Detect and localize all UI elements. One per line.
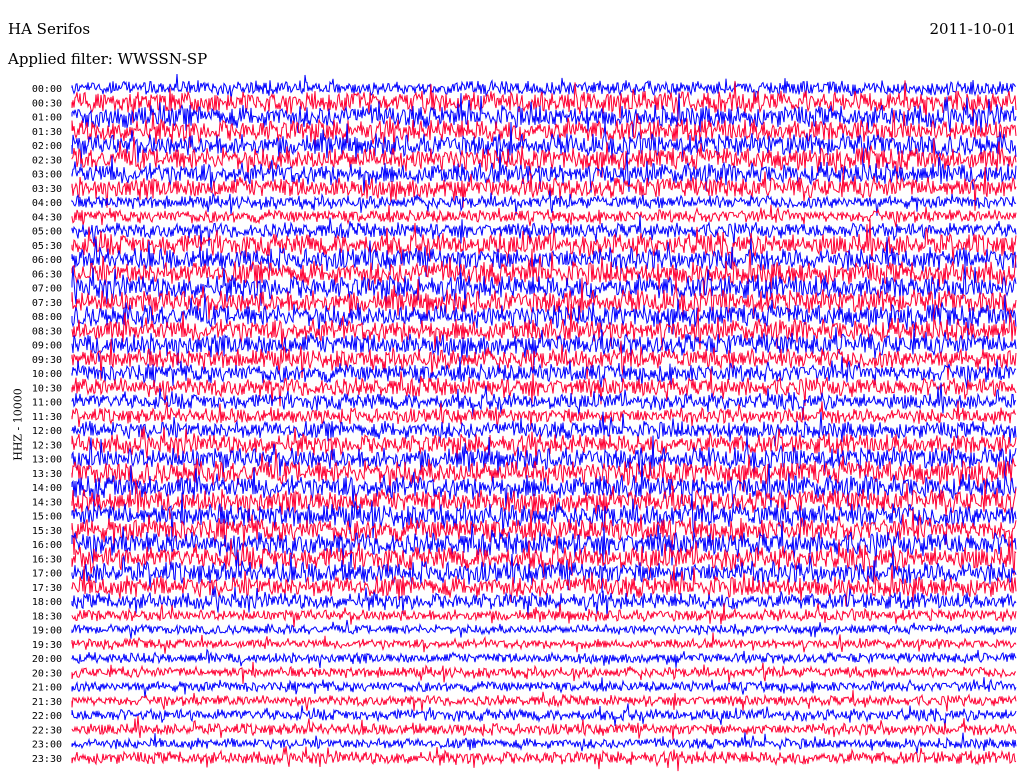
tick-label: 20:30 bbox=[32, 668, 62, 679]
trace-line-0730 bbox=[71, 277, 1017, 326]
tick-label: 14:30 bbox=[32, 497, 62, 508]
tick-label: 18:00 bbox=[32, 597, 62, 608]
tick-label: 10:00 bbox=[32, 369, 62, 380]
tick-label: 06:30 bbox=[32, 269, 62, 280]
tick-label: 12:00 bbox=[32, 426, 62, 437]
trace-line-2030 bbox=[71, 661, 1017, 684]
tick-label: 16:30 bbox=[32, 554, 62, 565]
tick-label: 08:30 bbox=[32, 326, 62, 337]
tick-label: 01:30 bbox=[32, 127, 62, 138]
trace-line-1130 bbox=[71, 400, 1017, 430]
tick-label: 12:30 bbox=[32, 440, 62, 451]
tick-label: 23:30 bbox=[32, 754, 62, 765]
tick-label: 18:30 bbox=[32, 611, 62, 622]
tick-label: 01:00 bbox=[32, 113, 62, 124]
tick-label: 17:00 bbox=[32, 569, 62, 580]
trace-line-2200 bbox=[71, 703, 1017, 729]
tick-label: 08:00 bbox=[32, 312, 62, 323]
tick-label: 11:30 bbox=[32, 412, 62, 423]
tick-label: 15:00 bbox=[32, 512, 62, 523]
tick-label: 05:00 bbox=[32, 227, 62, 238]
tick-label: 03:30 bbox=[32, 184, 62, 195]
tick-label: 04:30 bbox=[32, 212, 62, 223]
traces-group bbox=[71, 73, 1017, 772]
trace-line-2300 bbox=[71, 732, 1017, 754]
tick-label: 09:00 bbox=[32, 341, 62, 352]
trace-line-2130 bbox=[71, 690, 1017, 712]
tick-label: 07:00 bbox=[32, 284, 62, 295]
tick-label: 22:30 bbox=[32, 725, 62, 736]
trace-line-0400 bbox=[71, 190, 1017, 216]
tick-label: 14:00 bbox=[32, 483, 62, 494]
tick-label: 11:00 bbox=[32, 398, 62, 409]
trace-line-1830 bbox=[71, 603, 1017, 628]
tick-label: 04:00 bbox=[32, 198, 62, 209]
tick-label: 23:00 bbox=[32, 740, 62, 751]
tick-labels-group: 00:00 00:30 01:00 01:30 02:00 02:30 03:00 03:30… bbox=[32, 84, 62, 765]
tick-label: 22:00 bbox=[32, 711, 62, 722]
tick-label: 02:00 bbox=[32, 141, 62, 152]
trace-line-2230 bbox=[71, 715, 1017, 740]
trace-line-2330 bbox=[71, 746, 1017, 772]
tick-label: 13:00 bbox=[32, 455, 62, 466]
tick-label: 09:30 bbox=[32, 355, 62, 366]
tick-label: 13:30 bbox=[32, 469, 62, 480]
trace-line-1900 bbox=[71, 619, 1017, 639]
tick-label: 06:00 bbox=[32, 255, 62, 266]
tick-label: 19:00 bbox=[32, 626, 62, 637]
tick-label: 19:30 bbox=[32, 640, 62, 651]
tick-label: 02:30 bbox=[32, 155, 62, 166]
tick-label: 05:30 bbox=[32, 241, 62, 252]
trace-line-2000 bbox=[71, 648, 1017, 669]
tick-label: 00:30 bbox=[32, 98, 62, 109]
helicorder-plot: 00:00 00:30 01:00 01:30 02:00 02:30 03:00 03:30… bbox=[32, 73, 1017, 772]
tick-label: 17:30 bbox=[32, 583, 62, 594]
tick-label: 21:30 bbox=[32, 697, 62, 708]
tick-label: 03:00 bbox=[32, 170, 62, 181]
tick-label: 00:00 bbox=[32, 84, 62, 95]
tick-label: 07:30 bbox=[32, 298, 62, 309]
tick-label: 10:30 bbox=[32, 383, 62, 394]
tick-label: 15:30 bbox=[32, 526, 62, 537]
trace-line-1930 bbox=[71, 632, 1017, 654]
tick-label: 16:00 bbox=[32, 540, 62, 551]
tick-label: 21:00 bbox=[32, 683, 62, 694]
trace-line-0000 bbox=[71, 73, 1017, 104]
tick-label: 20:00 bbox=[32, 654, 62, 665]
